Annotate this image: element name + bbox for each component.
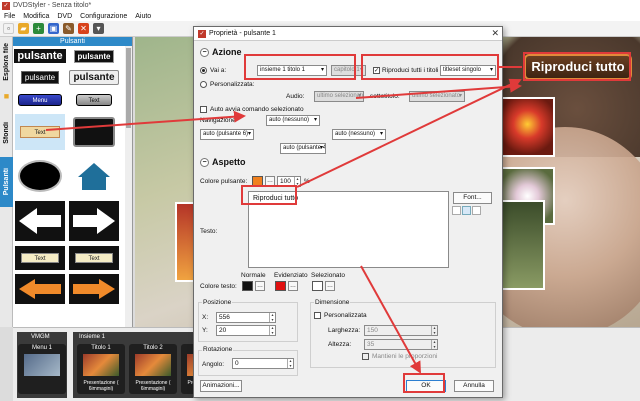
new-file-icon[interactable]: ▫ — [3, 23, 14, 34]
button-style-pulsante-4[interactable]: pulsante — [69, 69, 119, 85]
dialog-titlebar: ✓ Proprietà - pulsante 1 ✕ — [194, 27, 502, 41]
app-title: DVDStyler - Senza titolo* — [13, 2, 92, 9]
home-icon[interactable] — [69, 156, 119, 196]
vai-a-radio[interactable] — [200, 67, 207, 74]
align-center-icon[interactable] — [462, 206, 471, 215]
navigazione-label: Navigazione — [200, 117, 236, 124]
button-style-ellipse[interactable] — [15, 156, 65, 196]
auto-avvia-checkbox[interactable] — [200, 106, 207, 113]
spin-icon[interactable]: ▴ ▾ — [269, 312, 275, 322]
collapse-icon[interactable]: − — [200, 157, 209, 167]
panel-scrollbar[interactable] — [125, 46, 132, 327]
settings-icon[interactable]: ✕ — [78, 23, 89, 34]
menu-file[interactable]: File — [4, 13, 15, 20]
button-style-text-pill[interactable]: Text — [69, 92, 119, 108]
spin-icon[interactable]: ▴ ▾ — [287, 358, 293, 368]
audio-select[interactable]: ultimo selezionato — [314, 91, 364, 102]
button-style-text-arrow-left[interactable]: Text — [15, 246, 65, 270]
arrow-right-icon[interactable] — [69, 201, 119, 241]
aspetto-section-header[interactable]: − Aspetto — [200, 157, 246, 167]
button-style-pulsante-2[interactable]: pulsante — [69, 48, 119, 64]
collapse-icon[interactable]: − — [200, 47, 209, 57]
nav-top-select[interactable]: auto (nessuno) — [266, 115, 320, 126]
spin-icon[interactable]: ▴ ▾ — [269, 325, 275, 335]
export-icon[interactable]: ▾ — [93, 23, 104, 34]
orange-arrow-left-icon[interactable] — [15, 274, 65, 304]
close-icon[interactable]: ✕ — [491, 28, 499, 39]
text-color-selected-swatch[interactable] — [312, 281, 323, 291]
dialog-app-icon: ✓ — [198, 29, 206, 38]
menu-thumbnail-1[interactable] — [500, 97, 555, 157]
animazioni-button[interactable]: Animazioni... — [200, 380, 242, 392]
align-right-icon[interactable] — [472, 206, 481, 215]
menu-aiuto[interactable]: Aiuto — [135, 13, 151, 20]
tab-sfondi[interactable]: Sfondi — [0, 117, 13, 149]
vmgm-group: VMGM Menu 1 — [17, 332, 67, 398]
menu-thumbnail-4[interactable] — [175, 202, 195, 282]
button-style-pulsante-3[interactable]: pulsante — [15, 69, 65, 85]
text-color-normal-swatch[interactable] — [242, 281, 253, 291]
buttons-panel: Pulsanti pulsante pulsante pulsante puls… — [13, 37, 133, 327]
text-alignment-group — [452, 206, 481, 215]
tab-esplora-file[interactable]: Esplora file — [0, 39, 13, 85]
orange-arrow-right-icon[interactable] — [69, 274, 119, 304]
personalizzata-size-checkbox[interactable] — [314, 312, 321, 319]
save-icon[interactable]: ▣ — [48, 23, 59, 34]
folder-icon: ■ — [3, 91, 10, 101]
menu-1-thumb[interactable]: Menu 1 — [18, 344, 66, 394]
arrow-left-icon[interactable] — [15, 201, 65, 241]
highlight-vai-a — [244, 54, 356, 80]
spin-icon[interactable]: ▴ ▾ — [431, 325, 437, 335]
x-position-input[interactable]: 556 ▴ ▾ — [216, 312, 276, 323]
align-left-icon[interactable] — [452, 206, 461, 215]
scrollbar-thumb[interactable] — [126, 48, 131, 128]
app-titlebar: ✓ DVDStyler - Senza titolo* — [0, 0, 640, 11]
button-style-frame[interactable] — [69, 114, 119, 150]
dvdstyler-logo-icon: ✓ — [2, 1, 10, 10]
text-color-highlight-picker[interactable]: … — [288, 281, 298, 291]
button-style-menu[interactable]: Menu — [15, 92, 65, 108]
menu-modifica[interactable]: Modifica — [23, 13, 49, 20]
nav-left-select[interactable]: auto (pulsante 6) — [200, 129, 254, 140]
menu-configurazione[interactable]: Configurazione — [80, 13, 127, 20]
button-style-text-selected[interactable]: Text — [15, 114, 65, 150]
width-input[interactable]: 150 ▴ ▾ — [364, 325, 438, 336]
nav-bottom-select[interactable]: auto (pulsante 4) — [280, 143, 326, 154]
dialog-title: Proprietà - pulsante 1 — [209, 30, 276, 37]
open-folder-icon[interactable]: ▰ — [18, 23, 29, 34]
annulla-button[interactable]: Annulla — [454, 380, 494, 392]
font-button[interactable]: Font... — [453, 192, 492, 204]
button-style-pulsante-1[interactable]: pulsante — [14, 48, 66, 64]
panel-header: Pulsanti — [13, 37, 132, 46]
text-color-highlight-swatch[interactable] — [275, 281, 286, 291]
personalizzata-radio[interactable] — [200, 81, 207, 88]
titolo-1-thumb[interactable]: Titolo 1 Presentazione ( 6immagini) — [77, 344, 125, 394]
azione-section-header[interactable]: − Azione — [200, 47, 242, 57]
text-color-selected-picker[interactable]: … — [325, 281, 335, 291]
angle-input[interactable]: 0 ▴ ▾ — [232, 358, 294, 369]
sottotitolo-select[interactable]: ultimo selezionato — [409, 91, 465, 102]
burn-icon[interactable]: ✎ — [63, 23, 74, 34]
highlight-riproduci — [361, 54, 499, 80]
y-position-input[interactable]: 20 ▴ ▾ — [216, 325, 276, 336]
button-properties-dialog: ✓ Proprietà - pulsante 1 ✕ − Azione Vai … — [193, 26, 503, 398]
highlight-play-button — [523, 52, 631, 81]
height-input[interactable]: 35 ▴ ▾ — [364, 339, 438, 350]
tab-pulsanti[interactable]: Pulsanti — [0, 157, 13, 207]
text-color-normal-picker[interactable]: … — [255, 281, 265, 291]
button-style-text-arrow-right[interactable]: Text — [69, 246, 119, 270]
menu-bar: File Modifica DVD Configurazione Aiuto — [0, 11, 640, 21]
spin-icon[interactable]: ▴ ▾ — [431, 339, 437, 349]
titolo-2-thumb[interactable]: Titolo 2 Presentazione ( 6immagini) — [129, 344, 177, 394]
highlight-ok — [403, 373, 445, 393]
add-file-icon[interactable]: + — [33, 23, 44, 34]
highlight-testo — [241, 185, 297, 205]
menu-dvd[interactable]: DVD — [57, 13, 72, 20]
mantieni-proporzioni-checkbox[interactable] — [362, 353, 369, 360]
nav-right-select[interactable]: auto (nessuno) — [332, 129, 386, 140]
left-vertical-tabs: Esplora file ■ Sfondi Pulsanti — [0, 37, 13, 327]
